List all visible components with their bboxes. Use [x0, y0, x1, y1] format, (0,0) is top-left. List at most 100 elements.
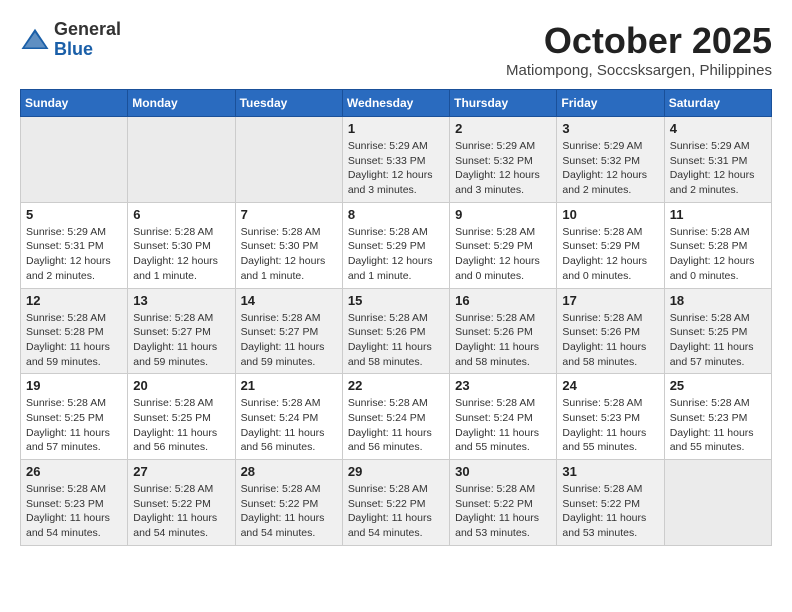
title-block: October 2025 Matiompong, Soccsksargen, P…	[506, 20, 772, 79]
col-header-sunday: Sunday	[21, 90, 128, 117]
day-info: Sunrise: 5:28 AMSunset: 5:22 PMDaylight:…	[562, 482, 658, 541]
day-info: Sunrise: 5:28 AMSunset: 5:27 PMDaylight:…	[241, 311, 337, 370]
logo-general: General	[54, 20, 121, 40]
day-info: Sunrise: 5:28 AMSunset: 5:25 PMDaylight:…	[26, 396, 122, 455]
calendar-week-row: 1 Sunrise: 5:29 AMSunset: 5:33 PMDaylight…	[21, 117, 772, 203]
calendar-cell: 27 Sunrise: 5:28 AMSunset: 5:22 PMDayligh…	[128, 460, 235, 546]
logo-text: General Blue	[54, 20, 121, 60]
day-info: Sunrise: 5:28 AMSunset: 5:23 PMDaylight:…	[562, 396, 658, 455]
calendar-week-row: 19 Sunrise: 5:28 AMSunset: 5:25 PMDayligh…	[21, 374, 772, 460]
day-number: 7	[241, 207, 337, 222]
day-info: Sunrise: 5:28 AMSunset: 5:29 PMDaylight:…	[348, 225, 444, 284]
day-number: 8	[348, 207, 444, 222]
day-number: 3	[562, 121, 658, 136]
day-number: 17	[562, 293, 658, 308]
day-number: 27	[133, 464, 229, 479]
day-number: 21	[241, 378, 337, 393]
day-number: 2	[455, 121, 551, 136]
day-number: 4	[670, 121, 766, 136]
calendar: SundayMondayTuesdayWednesdayThursdayFrid…	[20, 89, 772, 546]
calendar-cell	[128, 117, 235, 203]
calendar-cell: 12 Sunrise: 5:28 AMSunset: 5:28 PMDayligh…	[21, 288, 128, 374]
calendar-cell: 7 Sunrise: 5:28 AMSunset: 5:30 PMDaylight…	[235, 202, 342, 288]
day-number: 18	[670, 293, 766, 308]
calendar-cell: 16 Sunrise: 5:28 AMSunset: 5:26 PMDayligh…	[450, 288, 557, 374]
col-header-friday: Friday	[557, 90, 664, 117]
day-number: 30	[455, 464, 551, 479]
day-info: Sunrise: 5:28 AMSunset: 5:26 PMDaylight:…	[348, 311, 444, 370]
logo-icon	[20, 25, 50, 55]
day-number: 11	[670, 207, 766, 222]
page-header: General Blue October 2025 Matiompong, So…	[20, 20, 772, 79]
day-info: Sunrise: 5:28 AMSunset: 5:22 PMDaylight:…	[455, 482, 551, 541]
day-number: 24	[562, 378, 658, 393]
day-info: Sunrise: 5:28 AMSunset: 5:28 PMDaylight:…	[670, 225, 766, 284]
day-info: Sunrise: 5:28 AMSunset: 5:26 PMDaylight:…	[455, 311, 551, 370]
col-header-saturday: Saturday	[664, 90, 771, 117]
calendar-cell: 26 Sunrise: 5:28 AMSunset: 5:23 PMDayligh…	[21, 460, 128, 546]
day-info: Sunrise: 5:28 AMSunset: 5:24 PMDaylight:…	[348, 396, 444, 455]
calendar-cell	[21, 117, 128, 203]
day-number: 13	[133, 293, 229, 308]
calendar-cell: 21 Sunrise: 5:28 AMSunset: 5:24 PMDayligh…	[235, 374, 342, 460]
day-number: 31	[562, 464, 658, 479]
calendar-cell: 14 Sunrise: 5:28 AMSunset: 5:27 PMDayligh…	[235, 288, 342, 374]
day-number: 16	[455, 293, 551, 308]
day-info: Sunrise: 5:28 AMSunset: 5:25 PMDaylight:…	[670, 311, 766, 370]
calendar-cell: 18 Sunrise: 5:28 AMSunset: 5:25 PMDayligh…	[664, 288, 771, 374]
calendar-cell: 10 Sunrise: 5:28 AMSunset: 5:29 PMDayligh…	[557, 202, 664, 288]
day-number: 6	[133, 207, 229, 222]
calendar-cell: 8 Sunrise: 5:28 AMSunset: 5:29 PMDaylight…	[342, 202, 449, 288]
day-number: 1	[348, 121, 444, 136]
calendar-cell: 17Sunrise: 5:28 AMSunset: 5:26 PMDayligh…	[557, 288, 664, 374]
calendar-cell: 9Sunrise: 5:28 AMSunset: 5:29 PMDaylight…	[450, 202, 557, 288]
calendar-cell	[235, 117, 342, 203]
day-number: 26	[26, 464, 122, 479]
calendar-cell: 19 Sunrise: 5:28 AMSunset: 5:25 PMDayligh…	[21, 374, 128, 460]
calendar-cell: 15Sunrise: 5:28 AMSunset: 5:26 PMDayligh…	[342, 288, 449, 374]
day-info: Sunrise: 5:28 AMSunset: 5:22 PMDaylight:…	[348, 482, 444, 541]
logo-blue: Blue	[54, 40, 121, 60]
calendar-cell: 1 Sunrise: 5:29 AMSunset: 5:33 PMDaylight…	[342, 117, 449, 203]
day-info: Sunrise: 5:28 AMSunset: 5:29 PMDaylight:…	[562, 225, 658, 284]
calendar-cell	[664, 460, 771, 546]
day-info: Sunrise: 5:29 AMSunset: 5:31 PMDaylight:…	[670, 139, 766, 198]
day-info: Sunrise: 5:29 AMSunset: 5:33 PMDaylight:…	[348, 139, 444, 198]
day-number: 19	[26, 378, 122, 393]
calendar-cell: 4 Sunrise: 5:29 AMSunset: 5:31 PMDaylight…	[664, 117, 771, 203]
day-info: Sunrise: 5:28 AMSunset: 5:30 PMDaylight:…	[241, 225, 337, 284]
day-info: Sunrise: 5:28 AMSunset: 5:22 PMDaylight:…	[133, 482, 229, 541]
calendar-cell: 28Sunrise: 5:28 AMSunset: 5:22 PMDayligh…	[235, 460, 342, 546]
day-number: 20	[133, 378, 229, 393]
day-info: Sunrise: 5:28 AMSunset: 5:30 PMDaylight:…	[133, 225, 229, 284]
day-number: 14	[241, 293, 337, 308]
day-number: 12	[26, 293, 122, 308]
day-number: 25	[670, 378, 766, 393]
col-header-thursday: Thursday	[450, 90, 557, 117]
day-number: 22	[348, 378, 444, 393]
calendar-week-row: 12 Sunrise: 5:28 AMSunset: 5:28 PMDayligh…	[21, 288, 772, 374]
logo: General Blue	[20, 20, 121, 60]
calendar-cell: 24 Sunrise: 5:28 AMSunset: 5:23 PMDayligh…	[557, 374, 664, 460]
day-number: 10	[562, 207, 658, 222]
day-info: Sunrise: 5:28 AMSunset: 5:24 PMDaylight:…	[241, 396, 337, 455]
day-info: Sunrise: 5:29 AMSunset: 5:32 PMDaylight:…	[562, 139, 658, 198]
calendar-cell: 29 Sunrise: 5:28 AMSunset: 5:22 PMDayligh…	[342, 460, 449, 546]
day-info: Sunrise: 5:28 AMSunset: 5:25 PMDaylight:…	[133, 396, 229, 455]
location-title: Matiompong, Soccsksargen, Philippines	[506, 62, 772, 79]
day-info: Sunrise: 5:28 AMSunset: 5:23 PMDaylight:…	[26, 482, 122, 541]
day-info: Sunrise: 5:28 AMSunset: 5:27 PMDaylight:…	[133, 311, 229, 370]
calendar-cell: 3 Sunrise: 5:29 AMSunset: 5:32 PMDaylight…	[557, 117, 664, 203]
calendar-cell: 25 Sunrise: 5:28 AMSunset: 5:23 PMDayligh…	[664, 374, 771, 460]
day-info: Sunrise: 5:28 AMSunset: 5:29 PMDaylight:…	[455, 225, 551, 284]
day-number: 23	[455, 378, 551, 393]
day-number: 29	[348, 464, 444, 479]
calendar-cell: 13 Sunrise: 5:28 AMSunset: 5:27 PMDayligh…	[128, 288, 235, 374]
day-number: 5	[26, 207, 122, 222]
day-info: Sunrise: 5:28 AMSunset: 5:28 PMDaylight:…	[26, 311, 122, 370]
calendar-cell: 31 Sunrise: 5:28 AMSunset: 5:22 PMDayligh…	[557, 460, 664, 546]
day-number: 28	[241, 464, 337, 479]
calendar-header-row: SundayMondayTuesdayWednesdayThursdayFrid…	[21, 90, 772, 117]
day-info: Sunrise: 5:28 AMSunset: 5:23 PMDaylight:…	[670, 396, 766, 455]
calendar-cell: 30 Sunrise: 5:28 AMSunset: 5:22 PMDayligh…	[450, 460, 557, 546]
